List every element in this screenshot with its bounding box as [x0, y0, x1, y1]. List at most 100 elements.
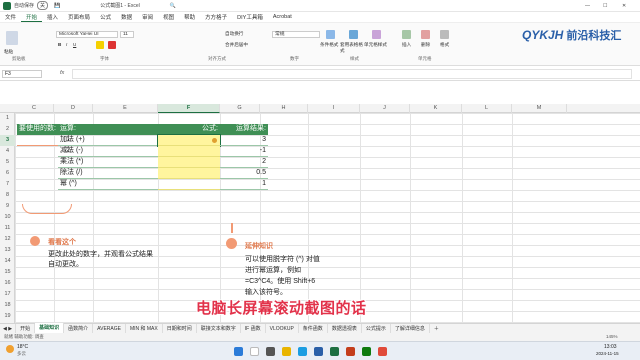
menu-item[interactable]: DIY工具箱 — [232, 13, 268, 21]
insert-button[interactable]: 插入 — [402, 42, 411, 48]
operation-cell[interactable]: 除法 (/) — [58, 168, 158, 179]
row-header[interactable]: 1 — [0, 113, 15, 124]
font-name-select[interactable]: Microsoft YaHei UI — [56, 31, 118, 38]
formula-cell[interactable] — [158, 168, 220, 179]
row-header[interactable]: 19 — [0, 311, 15, 322]
sheet-tab[interactable]: 条件函数 — [299, 323, 328, 334]
formula-header[interactable]: 公式: — [158, 124, 220, 135]
table-format-button[interactable]: 套用表格格式 — [340, 42, 364, 54]
font-size-select[interactable]: 11 — [120, 31, 134, 38]
sheet-tab[interactable]: 数据透视表 — [328, 323, 362, 334]
weather-icon[interactable] — [6, 345, 14, 353]
column-header[interactable]: J — [360, 104, 410, 113]
menu-item[interactable]: 文件 — [0, 13, 21, 21]
sheet-tab[interactable]: 日期和时间 — [163, 323, 197, 334]
autosave-toggle[interactable]: 关 — [37, 1, 49, 10]
menu-item[interactable]: Acrobat — [268, 14, 297, 20]
result-cell[interactable]: 3 — [220, 135, 268, 146]
column-header[interactable]: I — [308, 104, 360, 113]
fx-icon[interactable]: fx — [60, 70, 64, 76]
wechat-icon[interactable] — [362, 347, 371, 356]
start-icon[interactable] — [234, 347, 243, 356]
close-icon[interactable]: ✕ — [622, 3, 626, 9]
autofill-handle-icon[interactable] — [212, 138, 217, 143]
cell-style-icon[interactable] — [372, 30, 381, 39]
result-cell[interactable]: -1 — [220, 146, 268, 157]
result-cell[interactable]: 2 — [220, 157, 268, 168]
conditional-format-button[interactable]: 条件格式 — [320, 42, 338, 48]
operation-cell[interactable]: 加法 (+) — [58, 135, 158, 146]
powerpoint-icon[interactable] — [346, 347, 355, 356]
sheet-tab[interactable]: 开始 — [16, 323, 36, 334]
row-header[interactable]: 10 — [0, 212, 15, 223]
column-header[interactable]: G — [220, 104, 260, 113]
row-header[interactable]: 3 — [0, 135, 15, 146]
search-icon[interactable]: 🔍 — [170, 3, 176, 9]
search-taskbar-icon[interactable] — [250, 347, 259, 356]
row-header[interactable]: 9 — [0, 201, 15, 212]
column-header[interactable]: F — [158, 104, 220, 113]
sheet-tab[interactable]: AVERAGE — [93, 323, 126, 334]
menu-item[interactable]: 视图 — [158, 13, 179, 21]
column-header[interactable]: E — [93, 104, 158, 113]
underline-button[interactable]: U — [73, 42, 76, 47]
italic-button[interactable]: I — [66, 42, 67, 47]
operation-cell[interactable]: 幂 (^) — [58, 179, 158, 190]
cell-style-button[interactable]: 单元格样式 — [364, 42, 387, 48]
menu-item[interactable]: 插入 — [42, 13, 63, 21]
bold-button[interactable]: B — [58, 42, 61, 47]
operation-cell[interactable]: 乘法 (*) — [58, 157, 158, 168]
menu-item[interactable]: 页面布局 — [63, 13, 95, 21]
column-header[interactable]: M — [512, 104, 567, 113]
row-header[interactable]: 18 — [0, 300, 15, 311]
row-header[interactable]: 7 — [0, 179, 15, 190]
row-header[interactable]: 14 — [0, 256, 15, 267]
format-cells-icon[interactable] — [440, 30, 449, 39]
menu-item[interactable]: 开始 — [21, 13, 43, 22]
column-header[interactable]: K — [410, 104, 462, 113]
row-header[interactable]: 12 — [0, 234, 15, 245]
operation-header[interactable]: 运算: — [58, 124, 158, 135]
row-header[interactable]: 5 — [0, 157, 15, 168]
result-cell[interactable]: 0.5 — [220, 168, 268, 179]
menu-item[interactable]: 数据 — [116, 13, 137, 21]
row-header[interactable]: 6 — [0, 168, 15, 179]
wrap-text-button[interactable]: 自动换行 — [225, 31, 243, 37]
conditional-format-icon[interactable] — [326, 30, 335, 39]
row-header[interactable]: 13 — [0, 245, 15, 256]
format-button[interactable]: 格式 — [440, 42, 449, 48]
row-header[interactable]: 17 — [0, 289, 15, 300]
sheet-tab[interactable]: IF 函数 — [241, 323, 266, 334]
menu-item[interactable]: 审阅 — [137, 13, 158, 21]
zoom-level[interactable]: 145% — [606, 334, 618, 339]
tab-nav-icon[interactable]: ◀ ▶ — [0, 323, 17, 334]
column-header[interactable]: L — [462, 104, 512, 113]
row-header[interactable]: 15 — [0, 267, 15, 278]
sheet-tab[interactable]: MIN 和 MAX — [126, 323, 163, 334]
sheet-tab[interactable]: 公式提示 — [362, 323, 391, 334]
menu-item[interactable]: 方方格子 — [200, 13, 232, 21]
task-view-icon[interactable] — [266, 347, 275, 356]
formula-input[interactable] — [72, 69, 632, 79]
column-header[interactable]: D — [54, 104, 93, 113]
row-header[interactable]: 8 — [0, 190, 15, 201]
column-header[interactable]: C — [15, 104, 54, 113]
minimize-icon[interactable]: — — [585, 3, 590, 9]
formula-cell[interactable] — [158, 179, 220, 190]
column-header[interactable]: H — [260, 104, 308, 113]
row-header[interactable]: 2 — [0, 124, 15, 135]
fill-color-icon[interactable] — [96, 41, 104, 49]
save-icon[interactable]: 💾 — [54, 3, 60, 9]
menu-item[interactable]: 帮助 — [179, 13, 200, 21]
row-header[interactable]: 16 — [0, 278, 15, 289]
number-format-select[interactable]: 常规 — [272, 31, 320, 38]
excel-taskbar-icon[interactable] — [330, 347, 339, 356]
table-format-icon[interactable] — [349, 30, 358, 39]
delete-cells-icon[interactable] — [421, 30, 430, 39]
delete-button[interactable]: 删除 — [421, 42, 430, 48]
add-sheet-icon[interactable]: ＋ — [430, 324, 443, 334]
formula-cell[interactable] — [157, 134, 221, 147]
name-box[interactable]: F3 — [2, 70, 42, 78]
sheet-tab[interactable]: VLOOKUP — [266, 323, 299, 334]
merge-center-button[interactable]: 合并后居中 — [225, 42, 248, 48]
